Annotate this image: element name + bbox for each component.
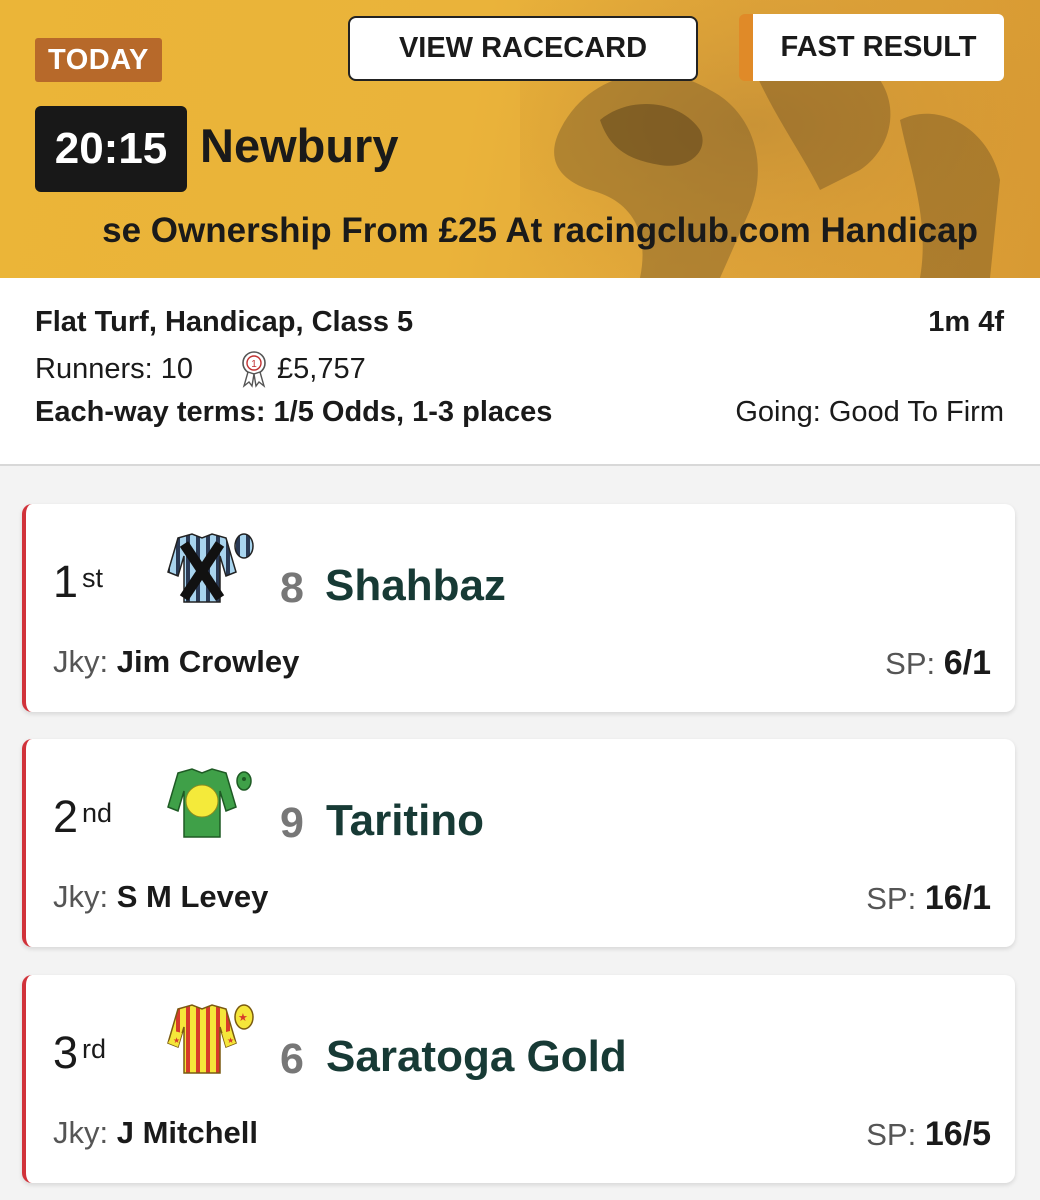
result-card[interactable]: 3rd ★ ★ ★ 6 Saratoga Gold Jky: J Mitchel… (22, 975, 1015, 1183)
jockey-silks-icon (167, 533, 254, 603)
horse-name[interactable]: Saratoga Gold (326, 1032, 627, 1082)
starting-price: SP: 16/1 (866, 879, 991, 918)
race-info-panel: Flat Turf, Handicap, Class 5 1m 4f Runne… (0, 278, 1040, 466)
horse-name[interactable]: Shahbaz (325, 561, 506, 611)
saddle-cloth-number: 6 (280, 1035, 304, 1083)
venue-name: Newbury (200, 119, 399, 172)
starting-price: SP: 16/5 (866, 1115, 991, 1154)
going: Going: Good To Firm (735, 396, 1004, 428)
position-suffix: nd (82, 798, 113, 828)
race-distance: 1m 4f (928, 306, 1004, 338)
jockey-name: S M Levey (116, 879, 269, 914)
jockey-silks-icon (167, 768, 252, 838)
svg-text:★: ★ (238, 1012, 248, 1024)
finish-position: 2nd (53, 791, 113, 842)
jockey-name: J Mitchell (116, 1115, 259, 1150)
position-suffix: st (82, 563, 104, 593)
jockey-label: Jky: (53, 879, 109, 914)
horse-name[interactable]: Taritino (326, 796, 484, 846)
result-card[interactable]: 1st 8 Shahbaz Jky: Jim Crowley SP: 6/1 (22, 504, 1015, 712)
sp-value: 16/5 (924, 1115, 991, 1153)
today-badge: TODAY (35, 38, 162, 82)
result-card[interactable]: 2nd 9 Taritino Jky: S M Levey SP: 16/1 (22, 739, 1015, 947)
runners-prize-group: Runners: 10 1 £5,757 (35, 350, 366, 388)
jockey-label: Jky: (53, 1115, 109, 1150)
finish-position: 3rd (53, 1027, 107, 1078)
sp-value: 16/1 (924, 879, 991, 917)
sp-label: SP: (866, 881, 917, 916)
finish-position: 1st (53, 556, 104, 607)
race-time: 20:15 (35, 106, 187, 192)
jockey-silks-icon: ★ ★ ★ (167, 1004, 254, 1074)
prize-value: £5,757 (277, 352, 366, 385)
jockey-label: Jky: (53, 644, 109, 679)
saddle-cloth-number: 8 (280, 564, 304, 612)
jockey: Jky: Jim Crowley (53, 644, 299, 680)
starting-price: SP: 6/1 (885, 644, 991, 683)
sp-label: SP: (866, 1117, 917, 1152)
rosette-icon: 1 (242, 351, 266, 388)
sp-label: SP: (885, 646, 936, 681)
race-title-marquee: se Ownership From £25 At racingclub.com … (0, 205, 1040, 255)
view-racecard-button[interactable]: VIEW RACECARD (348, 16, 698, 81)
jockey-name: Jim Crowley (116, 644, 300, 679)
race-info-row-2: Runners: 10 1 £5,757 (35, 350, 1004, 388)
saddle-cloth-number: 9 (280, 799, 304, 847)
svg-text:★: ★ (227, 1036, 234, 1045)
svg-text:1: 1 (251, 359, 257, 370)
race-header: TODAY VIEW RACECARD FAST RESULT 20:15 Ne… (0, 0, 1040, 278)
prize-money: 1 £5,757 (239, 350, 366, 388)
race-title-text: se Ownership From £25 At racingclub.com … (102, 211, 978, 250)
sp-value: 6/1 (943, 644, 991, 682)
jockey: Jky: J Mitchell (53, 1115, 258, 1151)
race-info-row-1: Flat Turf, Handicap, Class 5 1m 4f (35, 306, 1004, 339)
race-info-row-3: Each-way terms: 1/5 Odds, 1-3 places Goi… (35, 396, 1004, 429)
position-suffix: rd (82, 1034, 107, 1064)
svg-text:★: ★ (173, 1036, 180, 1045)
jockey: Jky: S M Levey (53, 879, 268, 915)
fast-result-button[interactable]: FAST RESULT (739, 14, 1004, 81)
each-way-terms: Each-way terms: 1/5 Odds, 1-3 places (35, 396, 553, 428)
race-type: Flat Turf, Handicap, Class 5 (35, 306, 414, 338)
runners-count: Runners: 10 (35, 352, 193, 385)
